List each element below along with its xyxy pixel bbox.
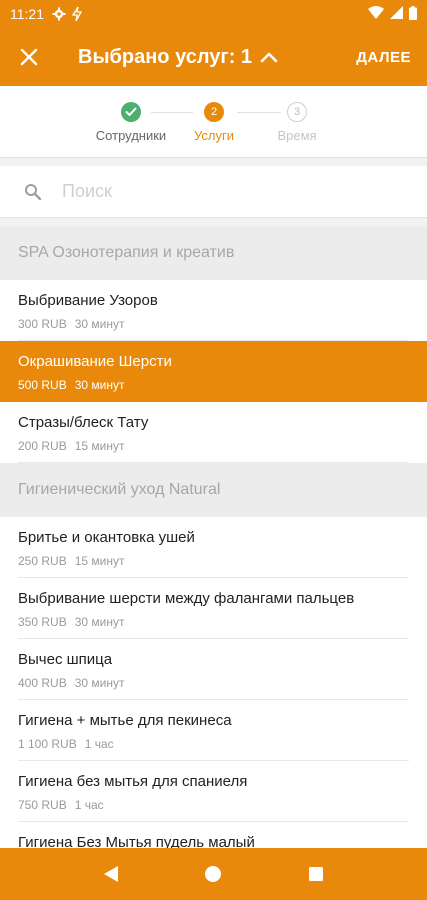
signal-icon — [390, 6, 403, 22]
chevron-up-icon — [260, 52, 278, 63]
search-bar — [0, 166, 427, 218]
selected-services-toggle[interactable]: Выбрано услуг: 1 — [78, 46, 278, 69]
service-item[interactable]: Гигиена + мытье для пекинеса 1 100 RUB 1 … — [0, 700, 427, 761]
step-employees[interactable]: Сотрудники — [86, 102, 176, 143]
service-item[interactable]: Гигиена без мытья для спаниеля 750 RUB 1 … — [0, 761, 427, 822]
system-nav-bar — [0, 848, 427, 900]
service-price: 1 100 RUB — [18, 737, 77, 751]
step-number: 3 — [287, 102, 307, 122]
service-name: Окрашивание Шерсти — [18, 353, 172, 370]
battery-saver-icon — [72, 7, 82, 21]
service-duration: 1 час — [74, 798, 104, 812]
recents-square-icon — [308, 867, 323, 881]
service-duration: 15 минут — [74, 554, 125, 568]
status-time: 11:21 — [10, 6, 44, 22]
page-title: Выбрано услуг: 1 — [78, 45, 253, 68]
service-item[interactable]: Выбривание Узоров 300 RUB 30 минут — [0, 280, 427, 341]
step-time[interactable]: 3 Время — [252, 102, 342, 143]
service-item[interactable]: Выбривание шерсти между фалангами пальце… — [0, 578, 427, 639]
service-price: 500 RUB — [18, 378, 67, 392]
service-name: Выбривание шерсти между фалангами пальце… — [18, 590, 355, 607]
service-item[interactable]: Бритье и окантовка ушей 250 RUB 15 минут — [0, 517, 427, 578]
check-icon — [121, 102, 141, 122]
close-button[interactable] — [0, 28, 58, 86]
service-price: 300 RUB — [18, 317, 67, 331]
service-duration: 30 минут — [74, 378, 125, 392]
step-services[interactable]: 2 Услуги — [169, 102, 259, 143]
wifi-icon — [368, 6, 384, 22]
app-toolbar: Выбрано услуг: 1 ДАЛЕЕ — [0, 28, 427, 86]
recents-button[interactable] — [296, 854, 336, 894]
service-item[interactable]: Гигиена Без Мытья пудель малый — [0, 822, 427, 848]
service-price: 250 RUB — [18, 554, 67, 568]
service-duration: 30 минут — [74, 615, 125, 629]
next-button[interactable]: ДАЛЕЕ — [356, 49, 411, 66]
settings-icon — [52, 7, 66, 21]
search-icon — [24, 183, 42, 201]
service-name: Гигиена без мытья для спаниеля — [18, 773, 248, 790]
group-header: Гигиенический уход Natural — [0, 463, 427, 517]
back-button[interactable] — [91, 854, 131, 894]
step-label: Время — [277, 128, 317, 143]
service-name: Выбривание Узоров — [18, 292, 158, 309]
battery-icon — [409, 5, 417, 23]
service-name: Стразы/блеск Тату — [18, 414, 149, 431]
service-item-selected[interactable]: Окрашивание Шерсти 500 RUB 30 минут — [0, 341, 427, 402]
status-bar: 11:21 — [0, 0, 427, 28]
close-icon — [20, 48, 38, 66]
service-item[interactable]: Стразы/блеск Тату 200 RUB 15 минут — [0, 402, 427, 463]
step-number: 2 — [204, 102, 224, 122]
search-input[interactable] — [62, 181, 362, 202]
service-duration: 30 минут — [74, 317, 125, 331]
home-button[interactable] — [193, 854, 233, 894]
group-header: SPA Озонотерапия и креатив — [0, 226, 427, 280]
service-name: Вычес шпица — [18, 651, 113, 668]
service-name: Гигиена Без Мытья пудель малый — [18, 834, 255, 848]
service-name: Бритье и окантовка ушей — [18, 529, 195, 546]
service-price: 750 RUB — [18, 798, 67, 812]
service-duration: 30 минут — [74, 676, 125, 690]
service-price: 350 RUB — [18, 615, 67, 629]
service-item[interactable]: Вычес шпица 400 RUB 30 минут — [0, 639, 427, 700]
booking-stepper: Сотрудники 2 Услуги 3 Время — [0, 86, 427, 158]
service-price: 200 RUB — [18, 439, 67, 453]
step-label: Сотрудники — [95, 128, 167, 143]
home-circle-icon — [205, 866, 222, 882]
services-list: SPA Озонотерапия и креатив Выбривание Уз… — [0, 226, 427, 848]
back-triangle-icon — [104, 866, 119, 882]
step-label: Услуги — [194, 128, 234, 143]
service-price: 400 RUB — [18, 676, 67, 690]
service-duration: 1 час — [84, 737, 114, 751]
service-name: Гигиена + мытье для пекинеса — [18, 712, 232, 729]
service-duration: 15 минут — [74, 439, 125, 453]
